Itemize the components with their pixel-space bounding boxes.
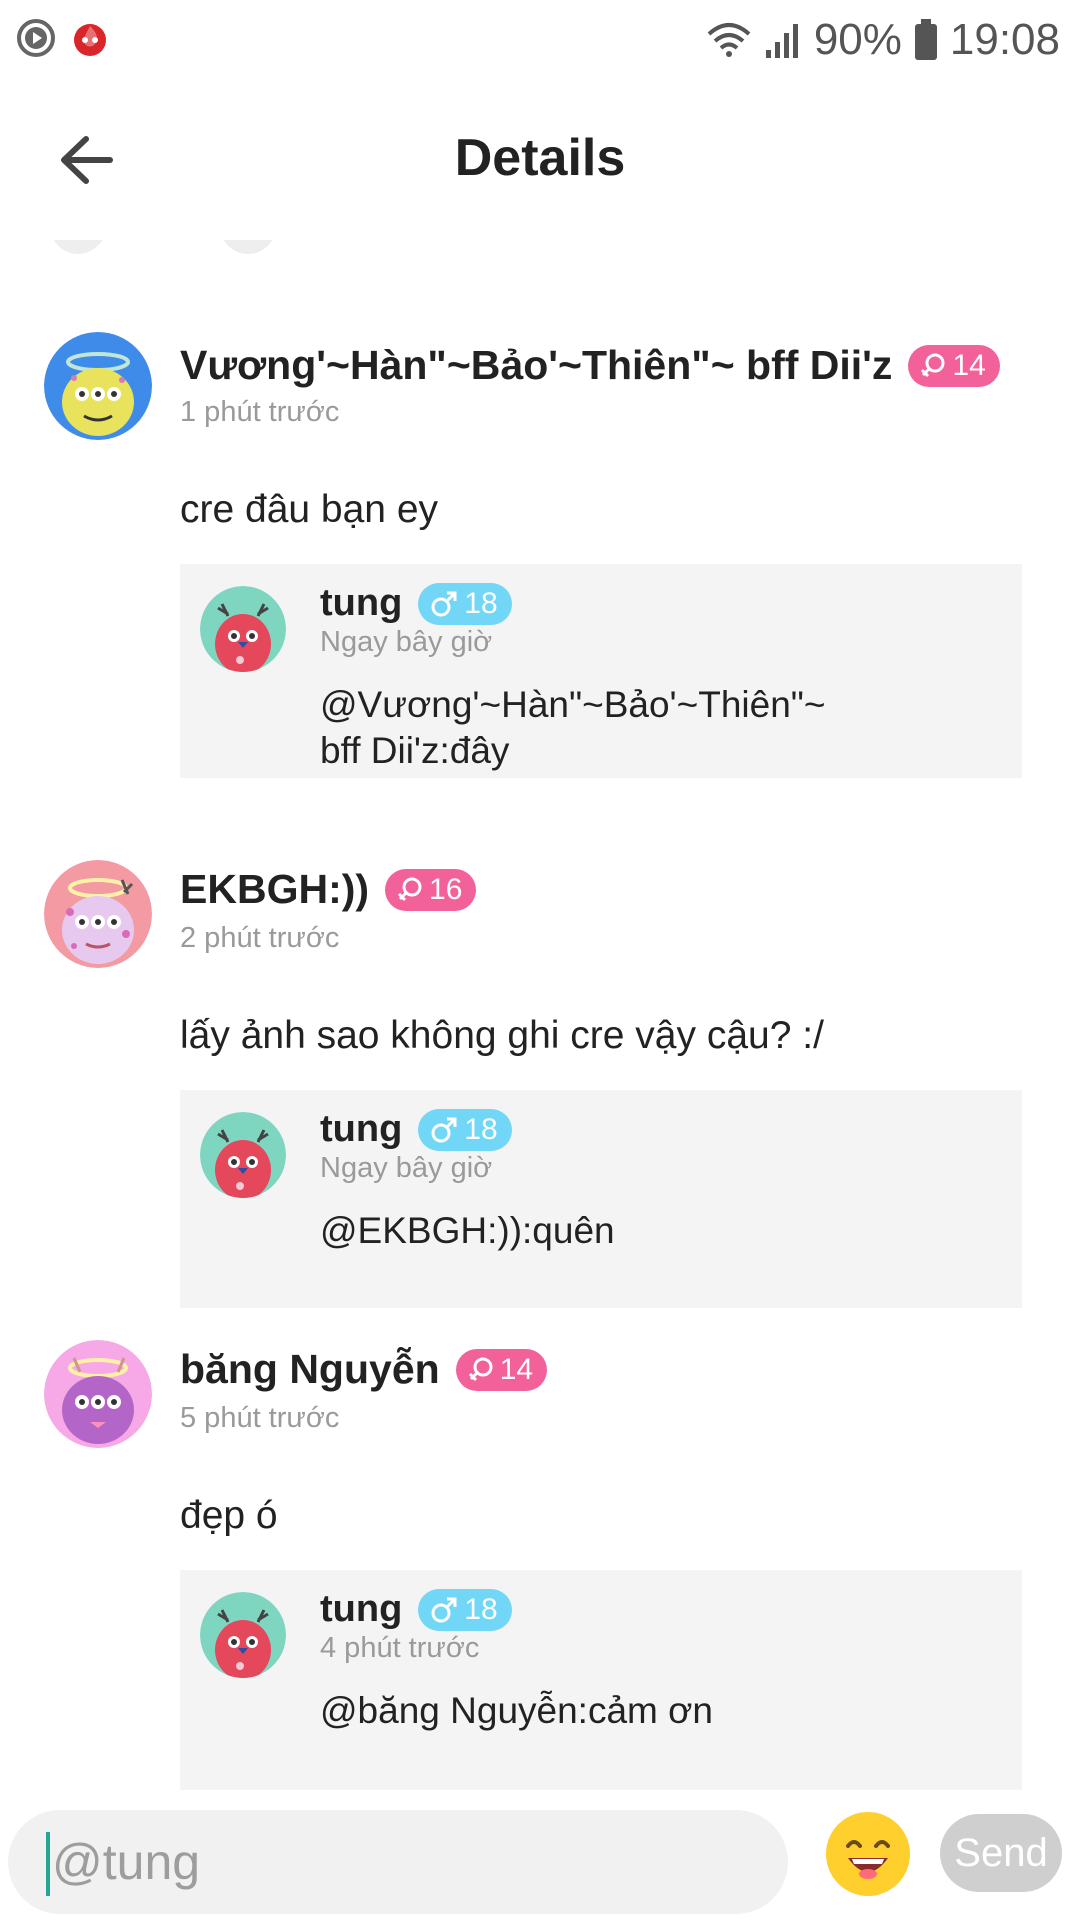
comment-time: 5 phút trước xyxy=(180,1402,340,1434)
battery-percent: 90% xyxy=(813,15,902,64)
user-badge: 14 xyxy=(455,1348,548,1391)
badge-age: 18 xyxy=(464,1112,498,1146)
reply-time: 4 phút trước xyxy=(320,1632,480,1664)
avatar[interactable] xyxy=(200,586,286,672)
female-icon xyxy=(397,877,422,901)
comment-time: 1 phút trước xyxy=(180,396,340,428)
male-icon xyxy=(431,1117,457,1142)
reply-box: tung 18 Ngay bây giờ @Vương'~Hàn"~Bảo'~T… xyxy=(180,564,1022,778)
badge-age: 18 xyxy=(464,586,498,620)
reply-author[interactable]: tung xyxy=(320,1108,402,1151)
text-caret xyxy=(46,1832,50,1896)
comment-input[interactable]: @tung xyxy=(8,1810,788,1914)
comment-text: lấy ảnh sao không ghi cre vậy cậu? :/ xyxy=(180,1014,824,1057)
avatar[interactable] xyxy=(44,332,152,440)
smile-emoji-icon xyxy=(828,1814,908,1894)
cast-icon xyxy=(16,18,56,58)
user-badge: 18 xyxy=(418,1588,512,1631)
reply-text-line: bff Dii'z:đây xyxy=(320,730,510,771)
header: Details xyxy=(0,80,1080,240)
avatar[interactable] xyxy=(200,1112,286,1198)
reply-text-line: @băng Nguyễn:cảm ơn xyxy=(320,1690,713,1731)
wifi-icon xyxy=(706,20,752,60)
user-badge: 14 xyxy=(908,344,1000,387)
comment-text: cre đâu bạn ey xyxy=(180,488,439,531)
reply-text: @Vương'~Hàn"~Bảo'~Thiên"~ bff Dii'z:đây xyxy=(320,682,880,774)
clock: 19:08 xyxy=(949,15,1060,64)
reply-box: tung 18 Ngay bây giờ @EKBGH:)):quên xyxy=(180,1090,1022,1308)
badge-age: 14 xyxy=(499,1352,534,1386)
page-title: Details xyxy=(454,129,626,187)
reply-text-line: @EKBGH:)):quên xyxy=(320,1210,615,1251)
avatar[interactable] xyxy=(44,1340,152,1448)
female-icon xyxy=(468,1357,493,1381)
male-icon xyxy=(431,591,457,616)
comment-input-value[interactable]: @tung xyxy=(52,1826,200,1898)
reply-text: @băng Nguyễn:cảm ơn xyxy=(320,1688,880,1734)
signal-icon xyxy=(764,20,802,60)
user-badge: 16 xyxy=(385,868,477,911)
user-badge: 18 xyxy=(418,1108,512,1151)
reply-box: tung 18 4 phút trước @băng Nguyễn:cảm ơn xyxy=(180,1570,1022,1790)
reply-text: @EKBGH:)):quên xyxy=(320,1208,880,1254)
comment-input-bar: @tung Send xyxy=(0,1800,1080,1920)
female-icon xyxy=(921,353,945,377)
reply-time: Ngay bây giờ xyxy=(320,1152,493,1184)
reply-author[interactable]: tung xyxy=(320,1588,402,1631)
comment-time: 2 phút trước xyxy=(180,922,340,954)
comment-author[interactable]: băng Nguyễn xyxy=(180,1346,440,1393)
badge-age: 14 xyxy=(952,348,986,382)
send-button[interactable]: Send xyxy=(940,1814,1062,1892)
badge-age: 16 xyxy=(429,872,463,906)
avatar[interactable] xyxy=(44,860,152,968)
status-bar: 90% 19:08 xyxy=(0,0,1080,80)
user-badge: 18 xyxy=(418,582,512,625)
battery-icon xyxy=(914,19,938,61)
reply-text-line: @Vương'~Hàn"~Bảo'~Thiên"~ xyxy=(320,684,826,725)
comment-author[interactable]: Vương'~Hàn"~Bảo'~Thiên"~ bff Dii'z xyxy=(180,342,892,389)
comment-text: đẹp ó xyxy=(180,1494,278,1537)
badge-age: 18 xyxy=(464,1592,498,1626)
emoji-button[interactable] xyxy=(826,1812,910,1896)
reply-author[interactable]: tung xyxy=(320,582,402,625)
avatar[interactable] xyxy=(200,1592,286,1678)
male-icon xyxy=(431,1597,457,1622)
comment-author[interactable]: EKBGH:)) xyxy=(180,866,369,913)
status-indicators: 90% 19:08 xyxy=(706,12,1060,68)
fire-app-icon xyxy=(70,18,110,58)
reply-time: Ngay bây giờ xyxy=(320,626,493,658)
